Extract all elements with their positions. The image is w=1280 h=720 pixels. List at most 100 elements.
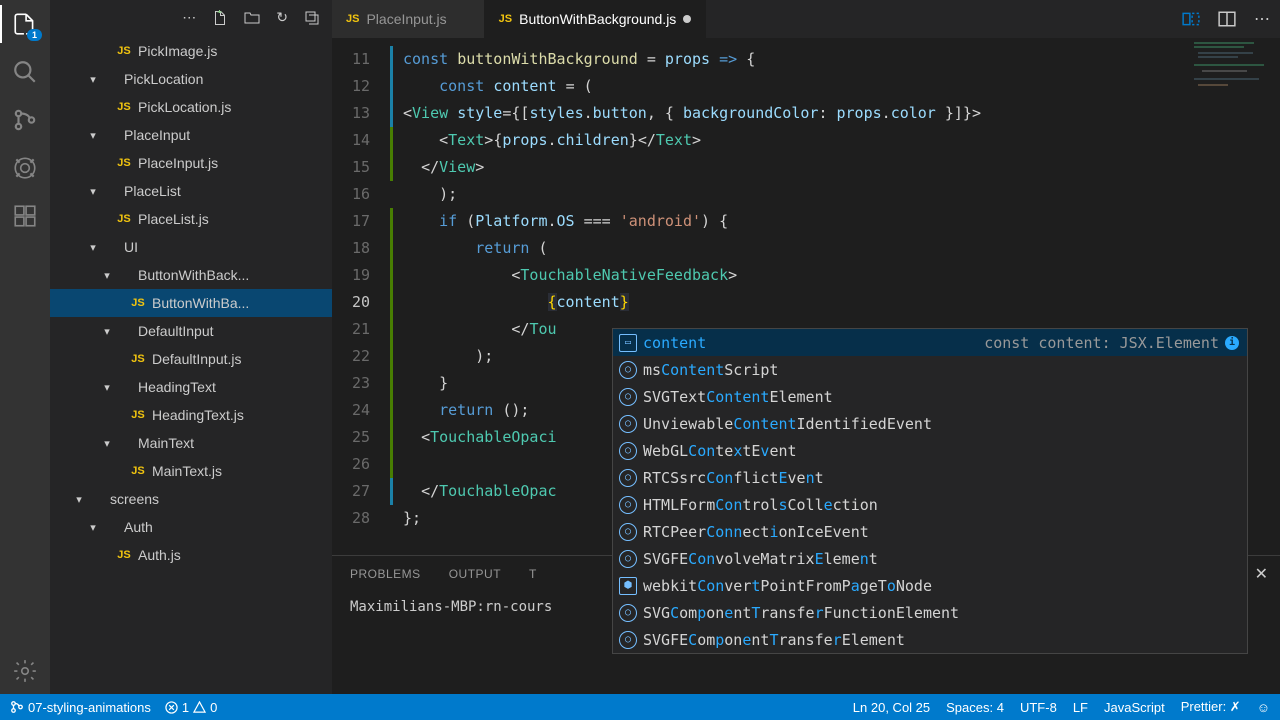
suggestion-label: SVGComponentTransferFunctionElement — [643, 604, 959, 622]
file-item[interactable]: JSDefaultInput.js — [50, 345, 332, 373]
suggestion-label: WebGLContextEvent — [643, 442, 797, 460]
file-item[interactable]: JSPlaceInput.js — [50, 149, 332, 177]
folder-item[interactable]: ▾Auth — [50, 513, 332, 541]
panel-close-icon[interactable]: ✕ — [1255, 564, 1268, 584]
suggestion-kind-icon: ○ — [619, 496, 637, 514]
indentation[interactable]: Spaces: 4 — [946, 700, 1004, 715]
folder-item[interactable]: ▾PlaceList — [50, 177, 332, 205]
folder-item[interactable]: ▾DefaultInput — [50, 317, 332, 345]
autocomplete-item[interactable]: ○WebGLContextEvent — [613, 437, 1247, 464]
code-line[interactable]: {content} — [390, 289, 1280, 316]
js-file-icon: JS — [128, 465, 148, 477]
status-bar: 07-styling-animations 1 0 Ln 20, Col 25 … — [0, 694, 1280, 720]
autocomplete-item[interactable]: ▭contentconst content: JSX.Element i — [613, 329, 1247, 356]
code-line[interactable]: if (Platform.OS === 'android') { — [390, 208, 1280, 235]
folder-item[interactable]: ▾UI — [50, 233, 332, 261]
autocomplete-item[interactable]: ○msContentScript — [613, 356, 1247, 383]
encoding[interactable]: UTF-8 — [1020, 700, 1057, 715]
file-item[interactable]: JSHeadingText.js — [50, 401, 332, 429]
js-file-icon: JS — [128, 297, 148, 309]
code-line[interactable]: const content = ( — [390, 73, 1280, 100]
folder-item[interactable]: ▾MainText — [50, 429, 332, 457]
autocomplete-item[interactable]: ○ UnviewableContentIdentifiedEvent — [613, 410, 1247, 437]
js-file-icon: JS — [114, 213, 134, 225]
search-icon[interactable] — [11, 58, 39, 86]
code-line[interactable]: <View style={[styles.button, { backgroun… — [390, 100, 1280, 127]
language-mode[interactable]: JavaScript — [1104, 700, 1165, 715]
tree-label: MainText.js — [152, 463, 222, 479]
feedback-icon[interactable]: ☺ — [1257, 700, 1270, 715]
split-editor-icon[interactable] — [1218, 10, 1236, 28]
prettier-status[interactable]: Prettier: ✗ — [1181, 699, 1241, 715]
folder-item[interactable]: ▾HeadingText — [50, 373, 332, 401]
panel-tab-terminal[interactable]: T — [529, 567, 537, 581]
autocomplete-item[interactable]: ○SVGFEComponentTransferElement — [613, 626, 1247, 653]
compare-icon[interactable] — [1182, 10, 1200, 28]
suggestion-kind-icon: ○ — [619, 415, 637, 433]
file-item[interactable]: JSPlaceList.js — [50, 205, 332, 233]
suggestion-kind-icon: ○ — [619, 550, 637, 568]
file-item[interactable]: JSPickImage.js — [50, 37, 332, 65]
suggestion-label: msContentScript — [643, 361, 778, 379]
git-branch[interactable]: 07-styling-animations — [10, 700, 151, 715]
new-folder-icon[interactable] — [244, 10, 260, 26]
file-tree[interactable]: JSPickImage.js▾PickLocationJSPickLocatio… — [50, 35, 332, 569]
editor-tab[interactable]: JSPlaceInput.js — [332, 0, 485, 38]
settings-gear-icon[interactable] — [11, 657, 39, 685]
sidebar-header: ⋯ ↻ — [50, 0, 332, 35]
collapse-all-icon[interactable] — [304, 10, 320, 26]
more-icon[interactable]: ⋯ — [182, 9, 196, 26]
code-line[interactable]: const buttonWithBackground = props => { — [390, 46, 1280, 73]
code-line[interactable]: ); — [390, 181, 1280, 208]
error-count[interactable]: 1 0 — [165, 700, 217, 715]
new-file-icon[interactable] — [212, 10, 228, 26]
code-line[interactable]: return ( — [390, 235, 1280, 262]
tree-label: PlaceInput — [124, 127, 190, 143]
autocomplete-item[interactable]: ○RTCSsrcConflictEvent — [613, 464, 1247, 491]
tree-label: MainText — [138, 435, 194, 451]
file-item[interactable]: JSAuth.js — [50, 541, 332, 569]
panel-tab-output[interactable]: OUTPUT — [449, 567, 501, 581]
panel-tab-problems[interactable]: PROBLEMS — [350, 567, 421, 581]
folder-item[interactable]: ▾PickLocation — [50, 65, 332, 93]
autocomplete-item[interactable]: ○ SVGComponentTransferFunctionElement — [613, 599, 1247, 626]
autocomplete-item[interactable]: ○SVGFEConvolveMatrixElement — [613, 545, 1247, 572]
code-line[interactable]: <TouchableNativeFeedback> — [390, 262, 1280, 289]
eol[interactable]: LF — [1073, 700, 1088, 715]
tree-label: Auth.js — [138, 547, 181, 563]
editor-tab[interactable]: JSButtonWithBackground.js — [485, 0, 707, 38]
suggestion-kind-icon: ⬢ — [619, 577, 637, 595]
autocomplete-item[interactable]: ⬢webkitConvertPointFromPageToNode — [613, 572, 1247, 599]
js-file-icon: JS — [128, 353, 148, 365]
activity-bar-bottom — [0, 657, 50, 685]
editor-actions: ⋯ — [1182, 9, 1270, 29]
debug-icon[interactable] — [11, 154, 39, 182]
tree-label: PickLocation — [124, 71, 203, 87]
folder-item[interactable]: ▾ButtonWithBack... — [50, 261, 332, 289]
suggestion-label: content — [643, 334, 706, 352]
explorer-icon[interactable]: 1 — [11, 10, 39, 38]
extensions-icon[interactable] — [11, 202, 39, 230]
tree-label: HeadingText.js — [152, 407, 244, 423]
file-item[interactable]: JSButtonWithBa... — [50, 289, 332, 317]
file-item[interactable]: JS MainText.js — [50, 457, 332, 485]
code-line[interactable]: <Text>{props.children}</Text> — [390, 127, 1280, 154]
folder-item[interactable]: ▾PlaceInput — [50, 121, 332, 149]
tree-label: UI — [124, 239, 138, 255]
autocomplete-item[interactable]: ○HTMLFormControlsCollection — [613, 491, 1247, 518]
cursor-position[interactable]: Ln 20, Col 25 — [853, 700, 930, 715]
source-control-icon[interactable] — [11, 106, 39, 134]
folder-item[interactable]: ▾screens — [50, 485, 332, 513]
line-gutter: 111213141516171819202122232425262728 — [332, 46, 388, 532]
refresh-icon[interactable]: ↻ — [276, 9, 288, 26]
file-item[interactable]: JSPickLocation.js — [50, 93, 332, 121]
branch-name: 07-styling-animations — [28, 700, 151, 715]
info-icon[interactable]: i — [1225, 336, 1239, 350]
autocomplete-item[interactable]: ○RTCPeerConnectionIceEvent — [613, 518, 1247, 545]
more-actions-icon[interactable]: ⋯ — [1254, 9, 1270, 29]
suggestion-kind-icon: ○ — [619, 604, 637, 622]
autocomplete-item[interactable]: ○SVGTextContentElement — [613, 383, 1247, 410]
suggestion-label: UnviewableContentIdentifiedEvent — [643, 415, 932, 433]
autocomplete-popup[interactable]: ▭contentconst content: JSX.Element i○msC… — [612, 328, 1248, 654]
code-line[interactable]: </View> — [390, 154, 1280, 181]
